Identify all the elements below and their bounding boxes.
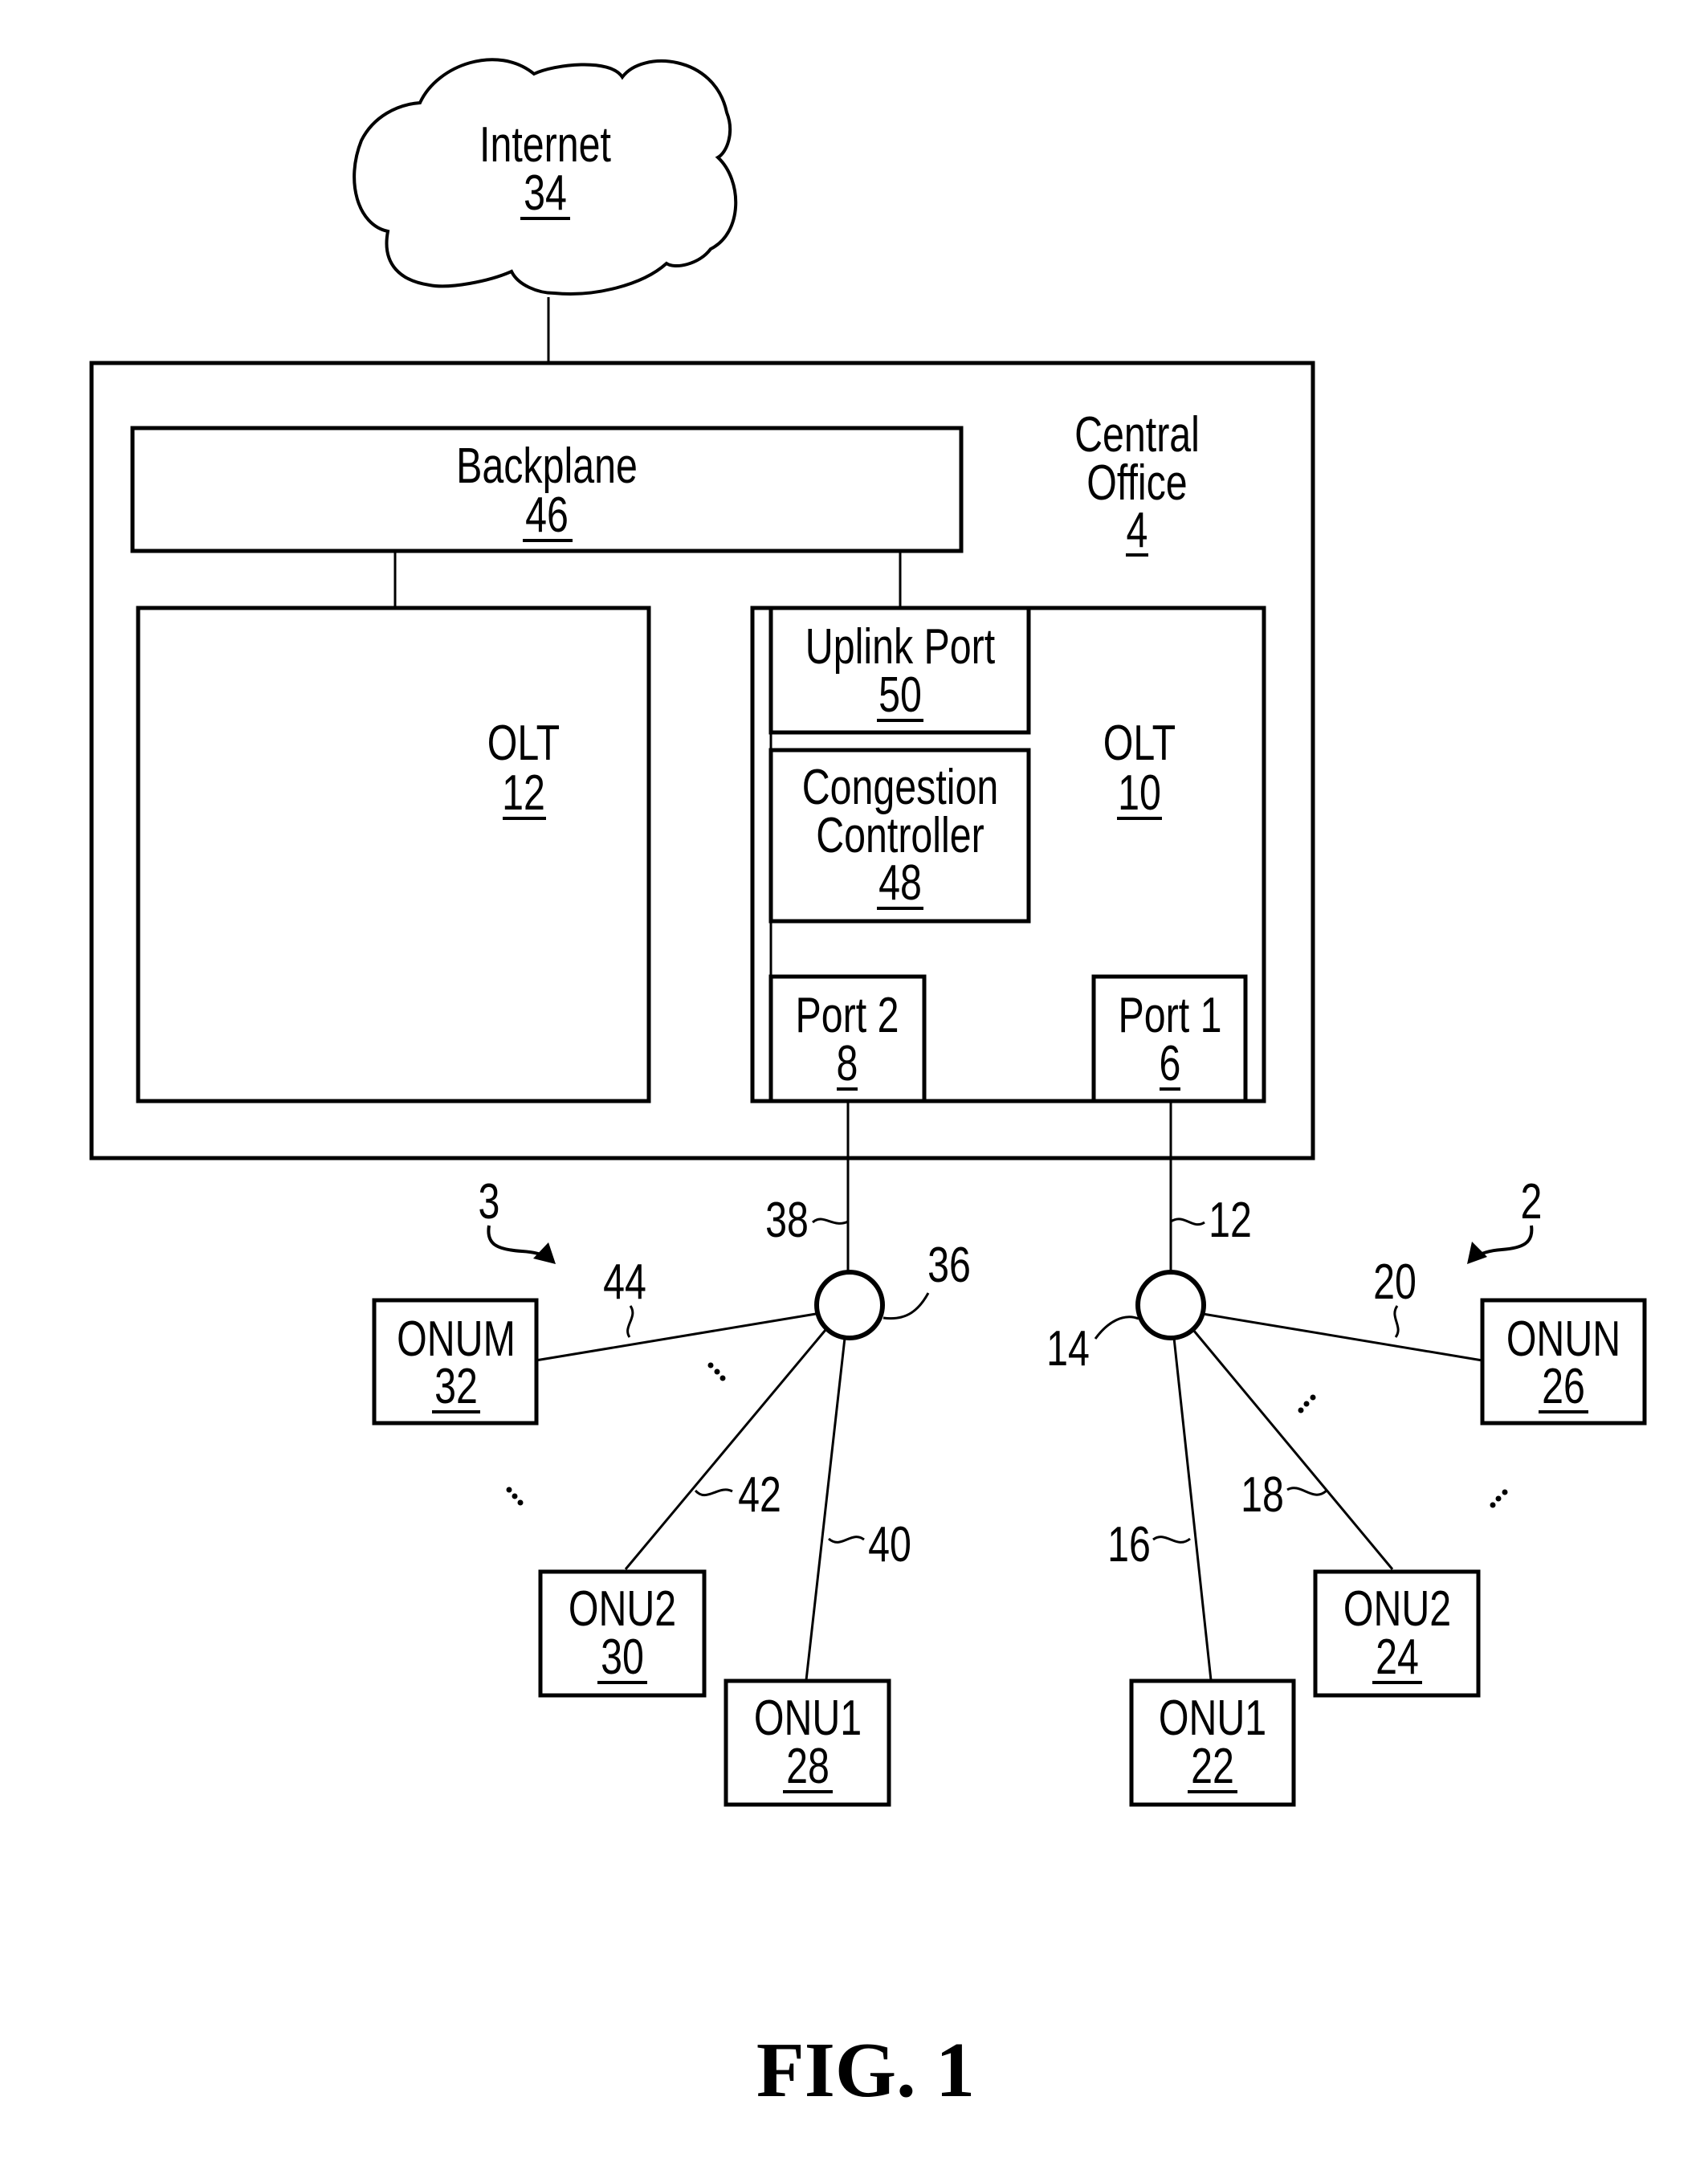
feeder-12-ref: 12 bbox=[1209, 1192, 1252, 1247]
ellipsis-right-upper bbox=[1298, 1394, 1316, 1413]
uplink-port-ref: 50 bbox=[878, 667, 922, 722]
port-1-label: Port 1 bbox=[1119, 987, 1222, 1042]
onu-22-ref: 22 bbox=[1191, 1738, 1234, 1793]
ellipsis-left-lower bbox=[506, 1487, 524, 1506]
ellipsis-left-upper bbox=[707, 1362, 726, 1381]
onu-30-ref: 30 bbox=[601, 1629, 644, 1684]
drop-fiber-20 bbox=[1202, 1312, 1483, 1362]
drop-20-ref: 20 bbox=[1373, 1254, 1417, 1309]
drop-18-leader bbox=[1286, 1487, 1328, 1496]
olt-10-ref: 10 bbox=[1118, 765, 1161, 820]
figure-caption: FIG. 1 bbox=[756, 2027, 975, 2114]
splitter-14-leader bbox=[1094, 1315, 1139, 1340]
drop-18-ref: 18 bbox=[1241, 1466, 1284, 1522]
drop-44-leader bbox=[626, 1305, 634, 1338]
onu-28-label: ONU1 bbox=[754, 1690, 862, 1745]
onu-30-label: ONU2 bbox=[569, 1581, 676, 1636]
onu-22: ONU1 22 bbox=[1129, 1678, 1296, 1807]
splitter-36-leader bbox=[883, 1292, 930, 1320]
onu-26: ONUN 26 bbox=[1480, 1298, 1647, 1426]
onu-28: ONU1 28 bbox=[724, 1678, 891, 1807]
network-2-ref: 2 bbox=[1521, 1173, 1543, 1229]
feeder-12-leader bbox=[1170, 1218, 1205, 1226]
onu-32-ref: 32 bbox=[434, 1358, 478, 1413]
central-office-label-line1: Central bbox=[1074, 406, 1200, 462]
drop-fiber-40 bbox=[805, 1337, 846, 1681]
port-1-ref: 6 bbox=[1160, 1035, 1181, 1091]
onu-32: ONUM 32 bbox=[372, 1298, 539, 1426]
drop-42-leader bbox=[694, 1488, 733, 1497]
drop-fiber-18 bbox=[1192, 1329, 1394, 1570]
onu-26-ref: 26 bbox=[1542, 1358, 1585, 1413]
drop-fiber-42 bbox=[624, 1329, 827, 1570]
network-2-arrow bbox=[1474, 1225, 1534, 1258]
splitter-36-ref: 36 bbox=[927, 1237, 971, 1292]
congestion-controller-label-line1: Congestion bbox=[802, 759, 999, 814]
onu-24-ref: 24 bbox=[1376, 1629, 1419, 1684]
drop-42-ref: 42 bbox=[738, 1466, 781, 1522]
drop-40-ref: 40 bbox=[868, 1516, 911, 1572]
drop-44-ref: 44 bbox=[603, 1254, 646, 1309]
onu-24: ONU2 24 bbox=[1313, 1569, 1481, 1698]
olt-12-box bbox=[136, 606, 651, 1103]
network-3-ref: 3 bbox=[479, 1173, 500, 1229]
backplane-label: Backplane bbox=[456, 438, 638, 493]
backplane-ref: 46 bbox=[525, 487, 569, 542]
port-2-ref: 8 bbox=[837, 1035, 858, 1091]
onu-28-ref: 28 bbox=[786, 1738, 830, 1793]
port-2-label: Port 2 bbox=[796, 987, 899, 1042]
internet-label: Internet bbox=[479, 116, 611, 172]
drop-fiber-16 bbox=[1172, 1337, 1213, 1681]
drop-16-leader bbox=[1152, 1536, 1191, 1544]
feeder-38-leader bbox=[811, 1218, 849, 1225]
drop-fiber-44 bbox=[535, 1312, 817, 1362]
internet-ref: 34 bbox=[524, 165, 567, 220]
drop-40-leader bbox=[828, 1536, 865, 1544]
uplink-port-label: Uplink Port bbox=[805, 618, 996, 674]
splitter-36 bbox=[814, 1270, 885, 1340]
onu-30: ONU2 30 bbox=[538, 1569, 707, 1698]
ellipsis-right-lower bbox=[1490, 1489, 1508, 1508]
onu-24-label: ONU2 bbox=[1343, 1581, 1451, 1636]
feeder-38-ref: 38 bbox=[765, 1192, 809, 1247]
network-diagram: Internet 34 Central Office 4 Backplane 4… bbox=[89, 58, 1647, 2114]
splitter-14-ref: 14 bbox=[1046, 1320, 1090, 1376]
drop-20-leader bbox=[1393, 1305, 1400, 1338]
splitter-14 bbox=[1135, 1270, 1206, 1340]
olt-12-ref: 12 bbox=[502, 765, 545, 820]
drop-16-ref: 16 bbox=[1107, 1516, 1151, 1572]
olt-10-label: OLT bbox=[1103, 715, 1176, 770]
central-office-ref: 4 bbox=[1127, 502, 1148, 557]
olt-12-label: OLT bbox=[487, 715, 560, 770]
congestion-controller-ref: 48 bbox=[878, 855, 922, 910]
internet-cloud: Internet 34 bbox=[353, 58, 738, 296]
onu-22-label: ONU1 bbox=[1159, 1690, 1266, 1745]
